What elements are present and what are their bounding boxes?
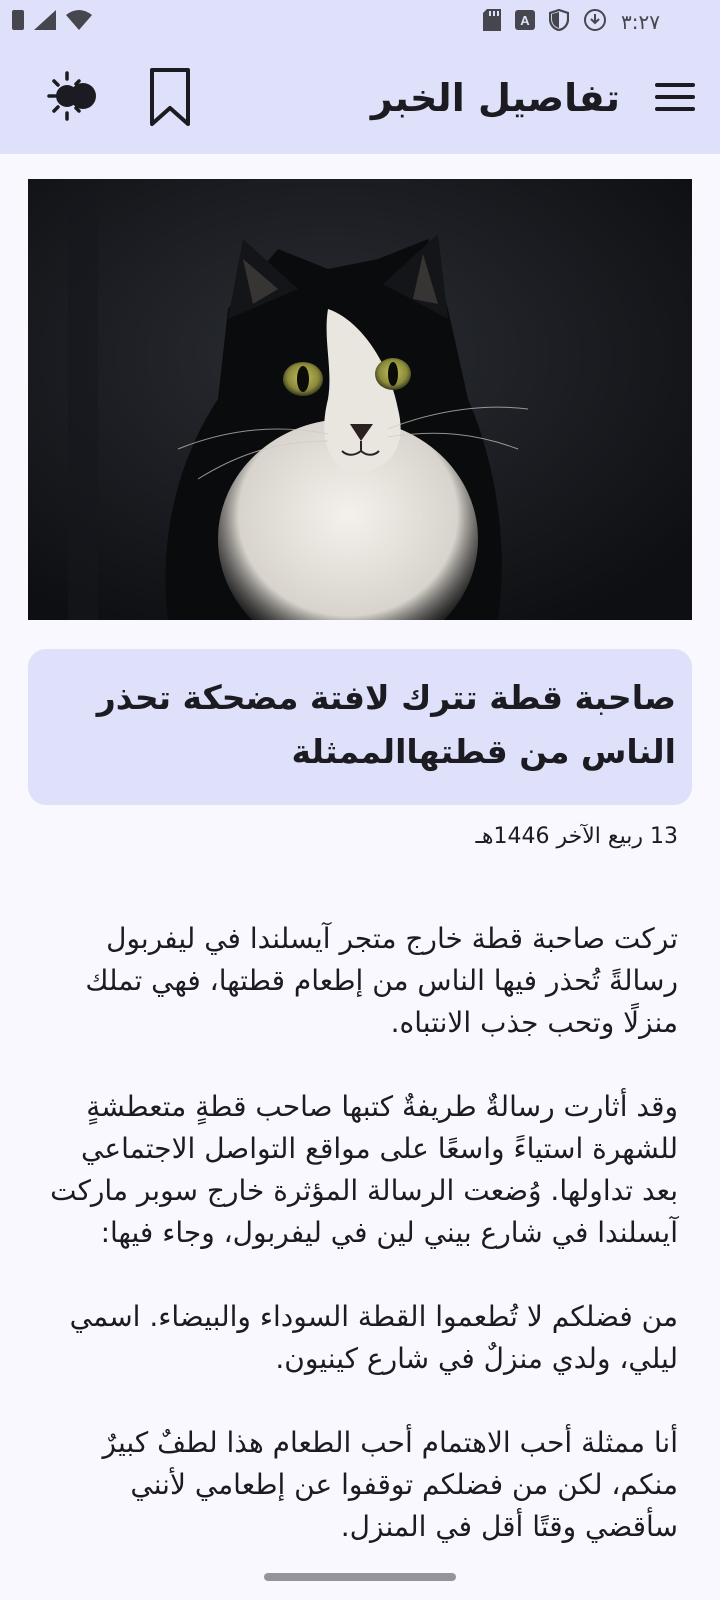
sim-icon	[12, 10, 24, 34]
menu-button[interactable]	[652, 76, 698, 122]
top-app-bar: تفاصيل الخبر	[0, 46, 720, 154]
status-left-icons	[12, 10, 92, 34]
accessibility-icon: A	[515, 10, 536, 34]
article-paragraph: أنا ممثلة أحب الاهتمام أحب الطعام هذا لط…	[102, 1426, 678, 1543]
shield-icon	[548, 8, 570, 35]
status-right-icons: A ٣:٢٧	[483, 8, 660, 36]
sd-card-icon	[483, 9, 502, 35]
svg-text:A: A	[520, 13, 530, 28]
page-title: تفاصيل الخبر	[370, 76, 620, 120]
status-time: ٣:٢٧	[621, 10, 660, 34]
wifi-icon	[66, 10, 92, 34]
status-bar: A ٣:٢٧	[0, 0, 720, 46]
cat-photo	[28, 179, 692, 620]
article-paragraph: وقد أثارت رسالةٌ طريفةٌ كتبها صاحب قطةٍ …	[50, 1090, 678, 1249]
bookmark-icon	[148, 67, 192, 131]
theme-toggle-icon	[47, 69, 101, 127]
bookmark-button[interactable]	[140, 66, 200, 132]
signal-icon	[34, 10, 56, 34]
article-headline: صاحبة قطة تترك لافتة مضحكة تحذر الناس من…	[96, 678, 676, 771]
article-date: 13 ربيع الآخر 1446هـ	[475, 824, 678, 849]
home-indicator[interactable]	[264, 1573, 456, 1581]
article-paragraph: تركت صاحبة قطة خارج متجر آيسلندا في ليفر…	[85, 922, 678, 1039]
article-paragraph: من فضلكم لا تُطعموا القطة السوداء والبيض…	[69, 1300, 678, 1375]
headline-card: صاحبة قطة تترك لافتة مضحكة تحذر الناس من…	[28, 649, 692, 805]
article-image	[28, 179, 692, 620]
download-icon	[583, 8, 607, 36]
theme-toggle-button[interactable]	[44, 68, 104, 128]
menu-icon	[653, 80, 697, 118]
article-body: تركت صاحبة قطة خارج متجر آيسلندا في ليفر…	[38, 918, 678, 1590]
